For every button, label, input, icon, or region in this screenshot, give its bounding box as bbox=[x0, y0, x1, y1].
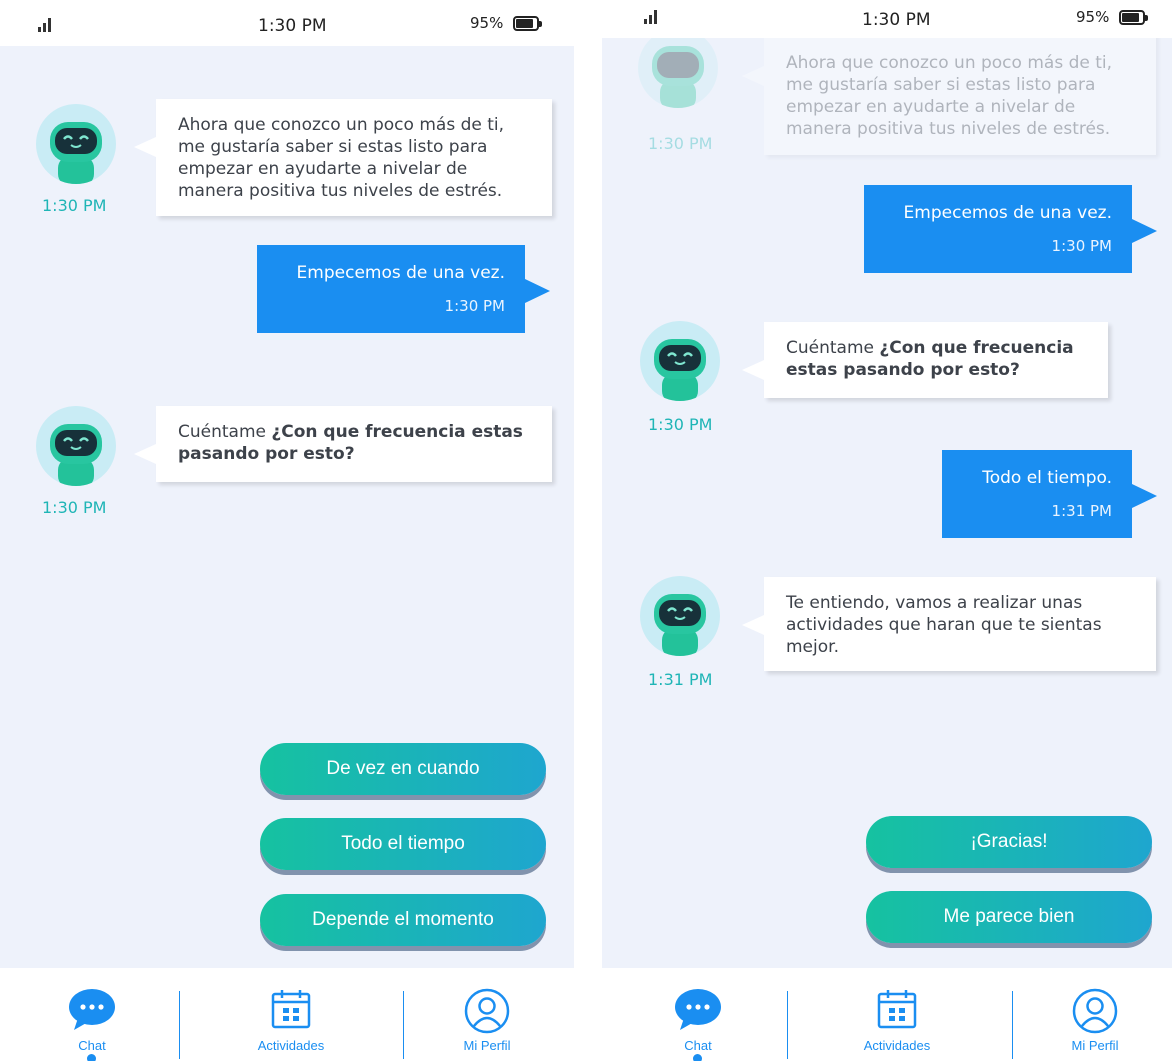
bot-message-bubble: Cuéntame ¿Con que frecuencia estas pasan… bbox=[742, 322, 1108, 398]
user-message-text: Todo el tiempo. bbox=[982, 468, 1112, 488]
chat-thread: 1:30 PM Ahora que conozco un poco más de… bbox=[602, 38, 1172, 968]
battery-icon bbox=[513, 16, 542, 31]
quick-reply-button[interactable]: Todo el tiempo bbox=[260, 818, 546, 870]
tab-profile[interactable]: Mi Perfil bbox=[412, 968, 562, 1061]
bot-message-prefix: Cuéntame bbox=[178, 422, 272, 442]
tab-divider bbox=[1012, 991, 1013, 1059]
calendar-icon bbox=[877, 990, 917, 1029]
calendar-icon bbox=[271, 990, 311, 1029]
bot-message-bubble: Ahora que conozco un poco más de ti, me … bbox=[742, 38, 1156, 155]
tab-label: Chat bbox=[78, 1038, 106, 1053]
chat-thread: 1:30 PM Ahora que conozco un poco más de… bbox=[0, 46, 574, 968]
user-circle-icon bbox=[1072, 988, 1118, 1034]
bot-avatar bbox=[640, 321, 720, 401]
bot-message-bubble: Ahora que conozco un poco más de ti, me … bbox=[134, 99, 552, 216]
tab-activities[interactable]: Actividades bbox=[822, 968, 972, 1061]
bot-message-prefix: Cuéntame bbox=[786, 338, 880, 358]
bot-message-bubble: Te entiendo, vamos a realizar unas activ… bbox=[742, 577, 1156, 671]
tab-profile[interactable]: Mi Perfil bbox=[1020, 968, 1170, 1061]
phone-screen-left: 1:30 PM 95% 1:30 PM Ahora que conozco un… bbox=[0, 0, 586, 1061]
signal-icon bbox=[38, 18, 51, 32]
active-tab-indicator bbox=[693, 1054, 702, 1061]
bottom-tab-bar: Chat Actividades Mi Perfil bbox=[0, 968, 586, 1061]
robot-icon bbox=[654, 339, 706, 401]
user-circle-icon bbox=[464, 988, 510, 1034]
bottom-tab-bar: Chat Actividades Mi Perfil bbox=[602, 968, 1172, 1061]
battery-percent: 95% bbox=[1076, 8, 1110, 26]
bot-message-text: Ahora que conozco un poco más de ti, me … bbox=[178, 115, 505, 201]
tab-label: Actividades bbox=[863, 1038, 931, 1053]
chat-bubble-icon bbox=[675, 989, 721, 1030]
battery-percent: 95% bbox=[470, 14, 504, 32]
user-message-bubble: Todo el tiempo. 1:31 PM bbox=[942, 450, 1157, 538]
message-time: 1:30 PM bbox=[42, 196, 107, 215]
chat-bubble-icon bbox=[69, 989, 115, 1030]
quick-reply-button[interactable]: ¡Gracias! bbox=[866, 816, 1152, 868]
signal-icon bbox=[644, 10, 657, 24]
user-message-bubble: Empecemos de una vez. 1:30 PM bbox=[257, 245, 550, 333]
bot-avatar bbox=[36, 104, 116, 184]
robot-icon bbox=[652, 46, 704, 108]
tab-divider bbox=[403, 991, 404, 1059]
battery-icon bbox=[1119, 10, 1148, 25]
message-time: 1:30 PM bbox=[444, 297, 505, 315]
tab-label: Mi Perfil bbox=[1071, 1038, 1119, 1053]
bot-message-text: Te entiendo, vamos a realizar unas activ… bbox=[786, 593, 1102, 657]
bot-avatar bbox=[638, 38, 718, 108]
active-tab-indicator bbox=[87, 1054, 96, 1061]
bot-avatar bbox=[640, 576, 720, 656]
quick-reply-button[interactable]: De vez en cuando bbox=[260, 743, 546, 795]
status-time: 1:30 PM bbox=[862, 10, 931, 30]
tab-divider bbox=[787, 991, 788, 1059]
tab-chat[interactable]: Chat bbox=[623, 968, 773, 1061]
bot-avatar bbox=[36, 406, 116, 486]
message-time: 1:30 PM bbox=[648, 134, 713, 153]
user-message-text: Empecemos de una vez. bbox=[903, 203, 1112, 223]
bot-message-bubble: Cuéntame ¿Con que frecuencia estas pasan… bbox=[134, 406, 552, 482]
user-message-bubble: Empecemos de una vez. 1:30 PM bbox=[864, 185, 1157, 273]
tab-label: Actividades bbox=[257, 1038, 325, 1053]
message-time: 1:30 PM bbox=[648, 415, 713, 434]
message-time: 1:30 PM bbox=[42, 498, 107, 517]
message-time: 1:31 PM bbox=[648, 670, 713, 689]
tab-activities[interactable]: Actividades bbox=[216, 968, 366, 1061]
quick-reply-button[interactable]: Me parece bien bbox=[866, 891, 1152, 943]
tab-label: Mi Perfil bbox=[463, 1038, 511, 1053]
status-bar: 1:30 PM 95% bbox=[0, 0, 586, 46]
phone-screen-right: 1:30 PM 95% 1:30 PM Ahora que conozco un… bbox=[602, 0, 1172, 1061]
message-time: 1:30 PM bbox=[1051, 237, 1112, 255]
quick-reply-button[interactable]: Depende el momento bbox=[260, 894, 546, 946]
tab-chat[interactable]: Chat bbox=[17, 968, 167, 1061]
robot-icon bbox=[50, 424, 102, 486]
tab-divider bbox=[179, 991, 180, 1059]
user-message-text: Empecemos de una vez. bbox=[296, 263, 505, 283]
tab-label: Chat bbox=[684, 1038, 712, 1053]
status-time: 1:30 PM bbox=[258, 16, 327, 36]
message-time: 1:31 PM bbox=[1051, 502, 1112, 520]
robot-icon bbox=[654, 594, 706, 656]
robot-icon bbox=[50, 122, 102, 184]
bot-message-text: Ahora que conozco un poco más de ti, me … bbox=[786, 53, 1113, 139]
